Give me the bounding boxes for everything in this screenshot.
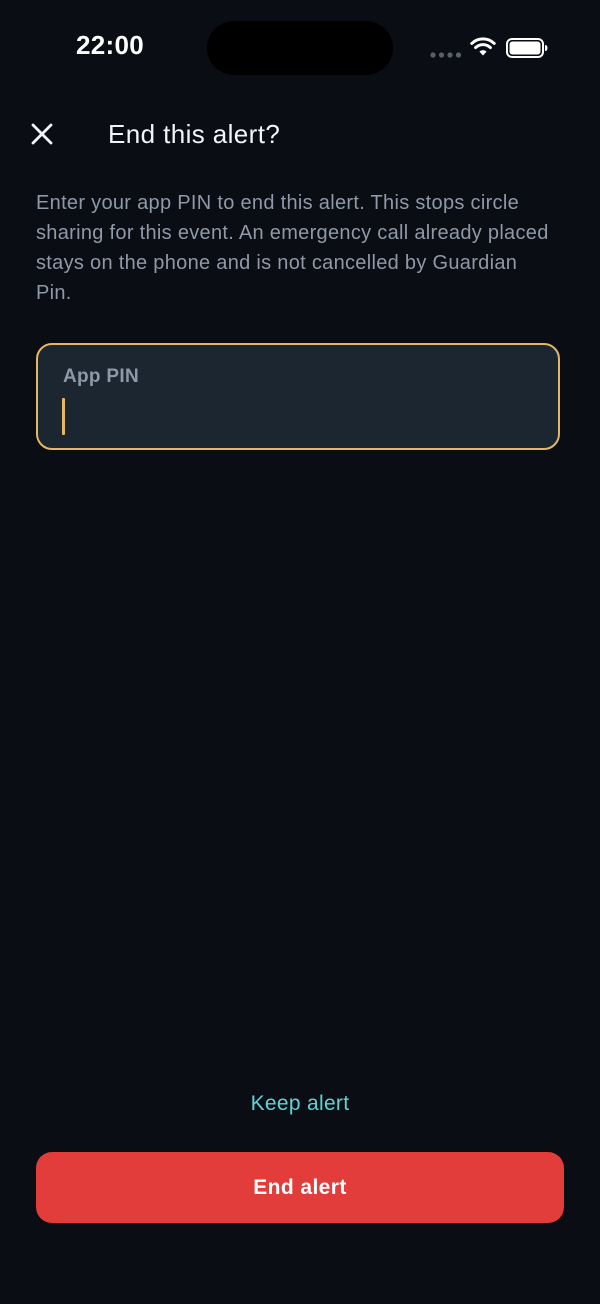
- app-pin-label: App PIN: [63, 366, 139, 387]
- close-button[interactable]: [22, 114, 62, 154]
- header: End this alert?: [0, 100, 600, 170]
- keep-alert-button[interactable]: Keep alert: [200, 1084, 400, 1124]
- end-alert-button[interactable]: End alert: [36, 1152, 564, 1223]
- close-icon: [31, 123, 53, 145]
- status-time: 22:00: [76, 30, 144, 60]
- page-title: End this alert?: [108, 119, 281, 149]
- dynamic-island: [207, 21, 393, 75]
- wifi-icon: [470, 37, 496, 56]
- text-caret: [62, 398, 65, 435]
- signal-dots-icon: [430, 52, 462, 58]
- app-pin-field[interactable]: App PIN: [36, 343, 560, 450]
- battery-icon: [506, 38, 548, 58]
- status-bar: 22:00: [0, 0, 600, 96]
- app-pin-input[interactable]: [62, 395, 532, 435]
- description-text: Enter your app PIN to end this alert. Th…: [36, 192, 549, 304]
